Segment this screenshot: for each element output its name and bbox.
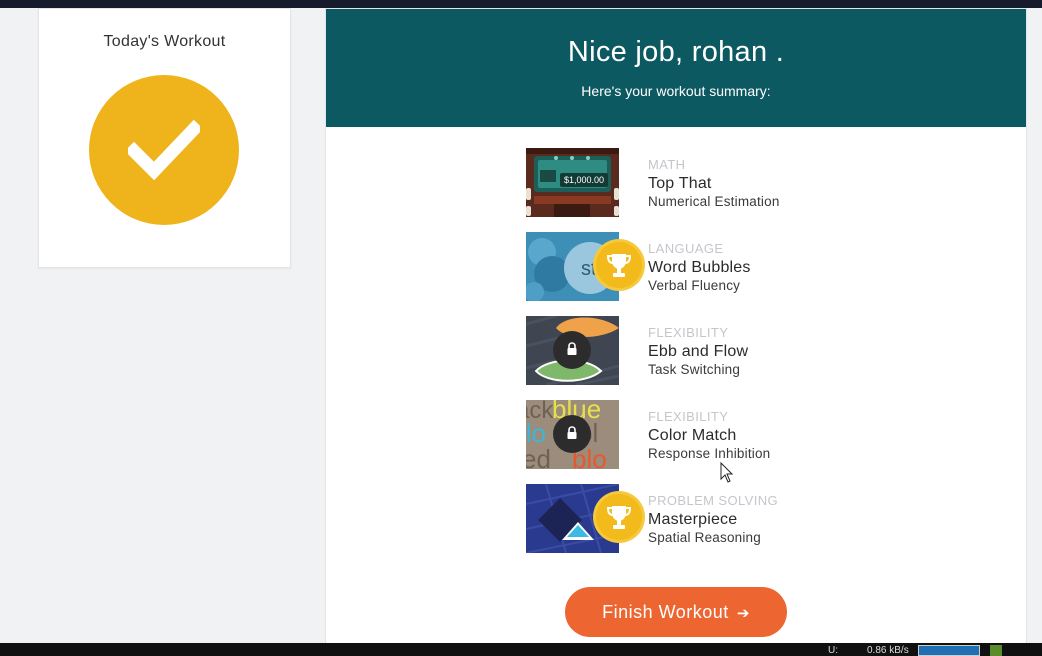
mouse-cursor-icon bbox=[720, 462, 734, 483]
thumb-word-label: st bbox=[581, 258, 597, 280]
network-speed: 0.86 kB/s bbox=[867, 645, 909, 656]
game-name: Color Match bbox=[648, 427, 737, 444]
finish-workout-label: Finish Workout bbox=[602, 601, 729, 622]
game-item-ebb-and-flow[interactable]: FLEXIBILITY Ebb and Flow Task Switching bbox=[526, 316, 886, 386]
arrow-right-icon: ➔ bbox=[736, 604, 750, 622]
game-name: Top That bbox=[648, 175, 712, 192]
game-skill: Task Switching bbox=[648, 362, 741, 377]
game-name: Masterpiece bbox=[648, 511, 738, 528]
todays-workout-title: Today's Workout bbox=[103, 33, 226, 50]
game-item-top-that[interactable]: $1,000.00 MATH Top That Numerical Estima… bbox=[526, 148, 886, 218]
lock-icon bbox=[553, 415, 591, 453]
todays-workout-card: Today's Workout bbox=[38, 8, 291, 268]
game-category: LANGUAGE bbox=[648, 241, 724, 256]
page-title: Nice job, rohan . bbox=[567, 36, 785, 68]
workout-summary-panel: Nice job, rohan . Here's your workout su… bbox=[325, 8, 1027, 650]
game-item-word-bubbles[interactable]: st LANGUAGE Word Bubbles Verbal Fluency bbox=[526, 232, 886, 302]
tray-icon[interactable] bbox=[990, 645, 1002, 656]
trophy-icon bbox=[596, 242, 642, 288]
upload-label: U: bbox=[828, 645, 838, 656]
game-item-masterpiece[interactable]: PROBLEM SOLVING Masterpiece Spatial Reas… bbox=[526, 484, 886, 554]
taskbar-widget[interactable] bbox=[918, 645, 980, 656]
thumb-money-label: $1,000.00 bbox=[564, 175, 604, 185]
game-category: FLEXIBILITY bbox=[648, 409, 729, 424]
system-taskbar: U: 0.86 kB/s bbox=[0, 643, 1042, 656]
summary-header: Nice job, rohan . Here's your workout su… bbox=[326, 9, 1026, 127]
game-skill: Response Inhibition bbox=[648, 446, 771, 461]
game-name: Ebb and Flow bbox=[648, 343, 749, 360]
game-skill: Numerical Estimation bbox=[648, 194, 780, 209]
game-thumbnail bbox=[526, 316, 619, 385]
lock-icon bbox=[553, 331, 591, 369]
game-category: PROBLEM SOLVING bbox=[648, 493, 779, 508]
game-thumbnail: ack blue llo bl ed blo bbox=[526, 400, 619, 469]
game-category: MATH bbox=[648, 157, 686, 172]
game-item-color-match[interactable]: ack blue llo bl ed blo FLEXIBILITY Color… bbox=[526, 400, 886, 470]
svg-text:ed: ed bbox=[526, 444, 551, 469]
game-skill: Verbal Fluency bbox=[648, 278, 741, 293]
game-name: Word Bubbles bbox=[648, 259, 751, 276]
finish-workout-button[interactable]: Finish Workout ➔ bbox=[565, 587, 787, 637]
trophy-icon bbox=[596, 494, 642, 540]
page-subtitle: Here's your workout summary: bbox=[581, 83, 771, 99]
top-bar bbox=[0, 0, 1042, 8]
game-category: FLEXIBILITY bbox=[648, 325, 729, 340]
game-skill: Spatial Reasoning bbox=[648, 530, 761, 545]
game-thumbnail: $1,000.00 bbox=[526, 148, 619, 217]
check-icon bbox=[89, 75, 239, 225]
